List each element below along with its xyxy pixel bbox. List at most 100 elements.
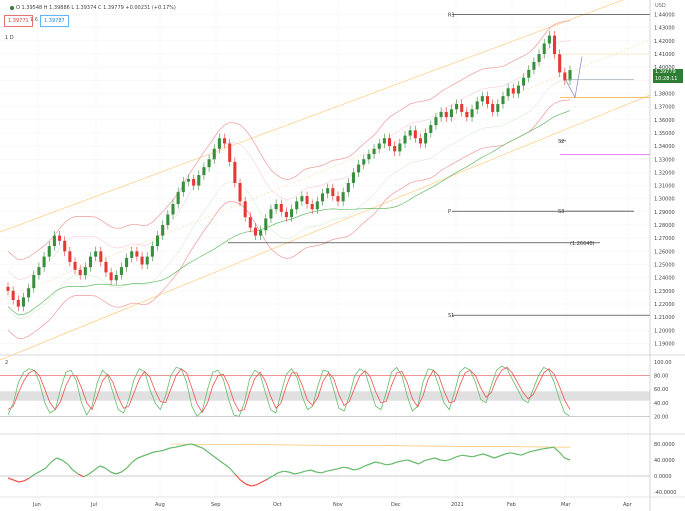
candle-body	[522, 77, 526, 86]
candle-body	[181, 181, 185, 193]
candle-body	[516, 85, 520, 94]
candle-body	[418, 138, 423, 144]
candle-body	[171, 203, 175, 215]
candle-body	[6, 286, 10, 291]
candle-body	[357, 164, 361, 173]
candle-body	[377, 143, 381, 149]
price-tick-label: 1.37000	[654, 105, 675, 111]
candle-body	[305, 196, 309, 204]
candle-body	[135, 251, 139, 257]
time-tick-label: Jun	[32, 502, 41, 508]
candle-body	[161, 225, 165, 236]
time-tick-label: Sep	[211, 502, 220, 508]
candle-body	[104, 261, 108, 273]
candle-body	[429, 125, 433, 133]
candle-body	[32, 275, 36, 289]
candle-body	[42, 256, 46, 268]
price-tick-label: 1.27000	[654, 236, 675, 242]
candle-body	[547, 35, 551, 44]
candle-body	[398, 143, 402, 152]
time-tick-label: 2021	[451, 502, 464, 508]
candle-body	[176, 192, 180, 204]
price-tick-label: 1.38000	[654, 92, 675, 98]
pivot-label: S2	[558, 139, 564, 145]
candle-body	[264, 218, 268, 231]
candle-body	[465, 111, 469, 118]
candle-body	[21, 297, 26, 307]
time-tick-label: Mar	[561, 502, 571, 508]
time-tick-label: Feb	[507, 502, 516, 508]
osc-segment	[461, 454, 468, 457]
candle-body	[284, 211, 288, 218]
candle-body	[511, 88, 515, 94]
candle-body	[413, 130, 417, 139]
candle-body	[372, 148, 376, 155]
candle-body	[506, 88, 510, 97]
price-tick-label: 1.34000	[654, 144, 675, 150]
candle-body	[248, 217, 252, 228]
stoch-tick-label: 100.00	[654, 360, 672, 366]
candle-body	[212, 148, 216, 160]
candle-body	[274, 203, 278, 210]
candle-body	[424, 132, 428, 144]
timeframe-label[interactable]: 1 D	[5, 35, 14, 41]
osc-tick-label: 80.0000	[654, 442, 675, 448]
osc-segment	[186, 443, 192, 446]
candle-body	[37, 267, 41, 276]
osc-segment	[153, 450, 160, 453]
candle-body	[58, 235, 62, 241]
candle-body	[197, 175, 201, 186]
candle-body	[94, 251, 98, 257]
candle-body	[109, 272, 113, 281]
candle-body	[290, 209, 294, 218]
pivot-label: (1.26648)	[570, 241, 595, 247]
candle-body	[403, 135, 407, 144]
sub-pane-label[interactable]: 2	[5, 360, 8, 366]
candle-body	[217, 138, 221, 149]
candle-body	[532, 61, 536, 70]
stoch-tick-label: 60.00	[654, 387, 668, 393]
candle-body	[362, 159, 366, 165]
time-tick-label: Jul	[90, 502, 97, 508]
candle-body	[27, 288, 31, 298]
candle-body	[444, 111, 448, 118]
candle-body	[480, 96, 484, 102]
candle-body	[233, 161, 237, 183]
pivot-label: S1	[448, 313, 454, 319]
candle-body	[88, 256, 93, 268]
candle-body	[228, 143, 232, 162]
price-tick-label: 1.19000	[654, 341, 675, 347]
candle-body	[47, 246, 51, 257]
time-tick-label: Dec	[391, 502, 401, 508]
candle-body	[150, 246, 154, 257]
candle-body	[52, 235, 56, 247]
candle-body	[542, 43, 546, 55]
candle-body	[320, 193, 325, 202]
candle-body	[130, 251, 134, 258]
candle-body	[253, 227, 258, 236]
candle-body	[563, 72, 567, 81]
candle-body	[78, 269, 82, 276]
osc-segment	[440, 459, 446, 462]
osc-segment	[386, 463, 392, 466]
price-tick-label: 1.22000	[654, 302, 675, 308]
price-tick-label: 1.21000	[654, 315, 675, 321]
buy-button[interactable]: 1.39787	[40, 15, 69, 27]
candle-body	[73, 261, 77, 270]
candle-body	[326, 188, 330, 194]
osc-segment	[548, 446, 554, 449]
candle-body	[346, 182, 350, 193]
price-tick-label: 1.32000	[654, 170, 675, 176]
sell-button[interactable]: 1.39771	[4, 15, 33, 27]
candle-body	[223, 138, 227, 144]
candle-body	[491, 104, 495, 112]
osc-segment	[283, 470, 290, 473]
price-tick-label: 1.29000	[654, 210, 675, 216]
chart-canvas[interactable]: R1 P S1 S2 S3 (1.26648) 100.00 80.00 60.00 40.00…	[0, 0, 685, 511]
candle-body	[382, 138, 386, 144]
osc-segment	[170, 446, 176, 449]
candle-body	[501, 96, 505, 105]
stoch-tick-label: 20.00	[654, 414, 668, 420]
candle-body	[552, 35, 557, 55]
status-dot-icon	[10, 5, 14, 10]
